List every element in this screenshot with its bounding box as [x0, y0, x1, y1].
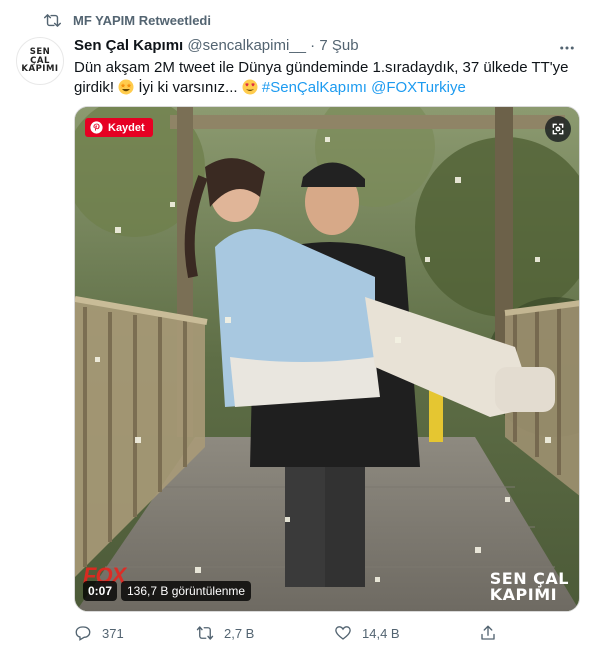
avatar-text-line3: KAPIMI [21, 64, 59, 75]
expand-icon [552, 123, 564, 135]
heart-icon [335, 626, 351, 640]
like-count: 14,4 B [362, 625, 400, 641]
author-avatar[interactable]: SEN ÇAL KAPIMI [16, 37, 64, 85]
retweet-icon [44, 14, 61, 27]
pinterest-save-button[interactable]: Kaydet [85, 118, 153, 137]
retweet-button[interactable]: 2,7 B [196, 622, 254, 644]
retweet-action-icon [196, 626, 214, 640]
header-separator: · [310, 37, 316, 54]
like-button[interactable]: 14,4 B [334, 622, 400, 644]
retweet-label[interactable]: MF YAPIM Retweetledi [73, 13, 211, 28]
pinterest-icon [90, 121, 103, 134]
tweet-text: Dün akşam 2M tweet ile Dünya gündeminde … [74, 58, 574, 98]
tweet-header: Sen Çal Kapımı @sencalkapimi__ · 7 Şub [74, 37, 584, 57]
video-duration: 0:07 [83, 581, 118, 601]
star-struck-emoji-icon [118, 79, 134, 95]
video-view-count: 136,7 B görüntülenme [121, 581, 252, 601]
reply-button[interactable]: 371 [74, 622, 124, 644]
reply-icon [75, 626, 91, 641]
tweet-text-part2: İyi ki varsınız... [138, 79, 238, 96]
share-icon [481, 625, 495, 640]
retweet-context: MF YAPIM Retweetledi [0, 0, 596, 36]
author-handle[interactable]: @sencalkapimi__ [187, 37, 306, 54]
show-logo-line2: KAPIMI [489, 585, 558, 604]
hashtag-link[interactable]: #SenÇalKapımı [262, 79, 367, 96]
tweet-date[interactable]: 7 Şub [319, 37, 358, 54]
mention-link[interactable]: @FOXTurkiye [371, 79, 466, 96]
heart-eyes-emoji-icon [242, 79, 258, 95]
video-player[interactable]: Kaydet FOX 0:07 136,7 B görüntülenme SEN… [74, 106, 580, 612]
author-name[interactable]: Sen Çal Kapımı [74, 37, 183, 54]
more-options-icon[interactable] [558, 39, 576, 57]
retweet-count: 2,7 B [224, 625, 255, 641]
pinterest-save-label: Kaydet [108, 121, 145, 134]
tweet-actions: 371 2,7 B 14,4 B [74, 622, 514, 644]
video-frame [75, 107, 579, 611]
share-button[interactable] [479, 622, 497, 644]
expand-media-button[interactable] [545, 116, 571, 142]
show-logo: SEN ÇAL KAPIMI [490, 571, 569, 603]
reply-count: 371 [102, 625, 124, 641]
